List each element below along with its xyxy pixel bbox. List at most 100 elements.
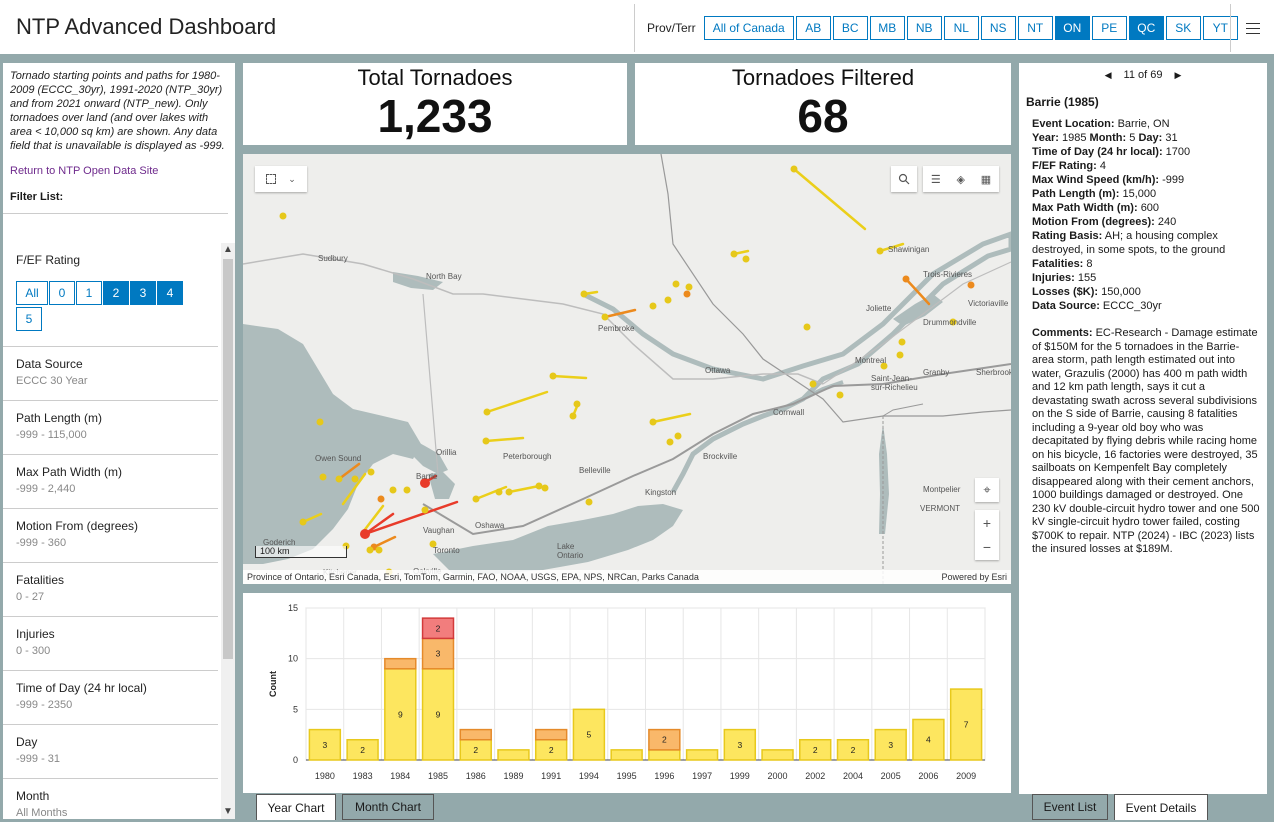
scroll-thumb[interactable] bbox=[223, 259, 233, 659]
filter-item[interactable]: Fatalities 0 - 27 bbox=[3, 563, 218, 617]
locate-icon: ⌖ bbox=[983, 482, 991, 497]
province-button-mb[interactable]: MB bbox=[869, 16, 905, 40]
bar-data-label: 2 bbox=[360, 745, 365, 755]
menu-button[interactable] bbox=[1230, 4, 1274, 52]
map-label-shawinigan: Shawinigan bbox=[888, 245, 930, 254]
filter-title: Month bbox=[16, 789, 50, 803]
tab-event-details[interactable]: Event Details bbox=[1114, 794, 1208, 820]
filter-scrollbar[interactable]: ▲ ▼ bbox=[221, 243, 235, 819]
province-button-pe[interactable]: PE bbox=[1091, 16, 1127, 40]
y-axis-label: Count bbox=[268, 671, 278, 697]
map-label-brockville: Brockville bbox=[703, 452, 738, 461]
chart-bar[interactable] bbox=[610, 749, 643, 761]
province-button-qc[interactable]: QC bbox=[1128, 16, 1164, 40]
province-filter: Prov/Terr All of Canada AB BC MB NB NL NS NT ON P… bbox=[634, 4, 1240, 52]
rating-button-0[interactable]: 0 bbox=[49, 281, 75, 305]
y-tick-label: 15 bbox=[288, 603, 298, 613]
map-label-granby: Granby bbox=[923, 368, 950, 377]
x-tick-label: 1991 bbox=[541, 771, 561, 781]
bar-data-label: 2 bbox=[436, 623, 441, 633]
app-title: NTP Advanced Dashboard bbox=[16, 14, 277, 39]
chart-bar[interactable] bbox=[459, 728, 492, 741]
locate-button[interactable]: ⌖ bbox=[975, 478, 999, 502]
chart-bar[interactable] bbox=[384, 657, 417, 670]
province-button-bc[interactable]: BC bbox=[832, 16, 868, 40]
filter-item[interactable]: Time of Day (24 hr local) -999 - 2350 bbox=[3, 671, 218, 725]
event-data-source: ECCC_30yr bbox=[1102, 300, 1162, 312]
event-title: Barrie (1985) bbox=[1026, 95, 1099, 109]
filter-item[interactable]: Day -999 - 31 bbox=[3, 725, 218, 779]
legend-icon[interactable]: ☰ bbox=[931, 173, 941, 186]
scroll-down-icon[interactable]: ▼ bbox=[221, 805, 235, 819]
province-button-nl[interactable]: NL bbox=[943, 16, 979, 40]
rating-button-5[interactable]: 5 bbox=[16, 307, 42, 331]
x-tick-label: 1996 bbox=[654, 771, 674, 781]
tornado-map[interactable]: Sudbury North Bay Pembroke Ottawa Cornwall Br… bbox=[243, 154, 1011, 584]
filter-item[interactable]: Data Source ECCC 30 Year bbox=[3, 347, 218, 401]
rating-button-4[interactable]: 4 bbox=[157, 281, 183, 305]
map-label-saint-jean: Saint-Jean- sur-Richelieu bbox=[871, 374, 918, 392]
province-button-sk[interactable]: SK bbox=[1165, 16, 1201, 40]
chart-bar[interactable] bbox=[685, 749, 719, 761]
filter-item[interactable]: Max Path Width (m) -999 - 2,440 bbox=[3, 455, 218, 509]
bar-data-label: 2 bbox=[813, 745, 818, 755]
province-button-all-of-canada[interactable]: All of Canada bbox=[703, 16, 794, 40]
province-button-nt[interactable]: NT bbox=[1017, 16, 1053, 40]
event-path-width: 600 bbox=[1140, 202, 1160, 214]
layers-icon[interactable]: ◈ bbox=[957, 173, 965, 186]
rating-button-all[interactable]: All bbox=[16, 281, 48, 305]
rating-button-2[interactable]: 2 bbox=[103, 281, 129, 305]
filter-item[interactable]: Month All Months bbox=[3, 779, 218, 819]
event-motion: 240 bbox=[1157, 216, 1177, 228]
search-button[interactable] bbox=[891, 166, 917, 192]
province-filter-label: Prov/Terr bbox=[647, 21, 696, 35]
bar-data-label: 3 bbox=[737, 740, 742, 750]
map-basemap bbox=[243, 154, 1011, 584]
powered-by-esri[interactable]: Powered by Esri bbox=[941, 572, 1007, 582]
map-label-vaughan: Vaughan bbox=[423, 526, 455, 535]
zoom-in-icon[interactable]: + bbox=[983, 511, 991, 535]
bar-data-label: 9 bbox=[436, 709, 441, 719]
previous-icon[interactable]: ◀ bbox=[1105, 70, 1112, 81]
tab-year-chart[interactable]: Year Chart bbox=[256, 794, 336, 820]
province-button-on[interactable]: ON bbox=[1054, 16, 1090, 40]
province-button-ab[interactable]: AB bbox=[795, 16, 831, 40]
x-tick-label: 1986 bbox=[466, 771, 486, 781]
bar-data-label: 5 bbox=[587, 730, 592, 740]
event-wind: -999 bbox=[1162, 174, 1185, 186]
province-button-ns[interactable]: NS bbox=[980, 16, 1016, 40]
event-details-panel: ◀ 11 of 69 ▶ Barrie (1985) Event Locatio… bbox=[1019, 63, 1267, 794]
rating-filter: F/EF Rating All 0 1 2 3 4 5 bbox=[3, 243, 218, 347]
next-icon[interactable]: ▶ bbox=[1174, 70, 1181, 81]
basemap-gallery-icon[interactable]: ▦ bbox=[981, 173, 991, 186]
filter-item[interactable]: Injuries 0 - 300 bbox=[3, 617, 218, 671]
chart-bar[interactable] bbox=[534, 728, 568, 741]
chart-bar[interactable] bbox=[648, 749, 681, 761]
bar-data-label: 9 bbox=[398, 709, 403, 719]
y-tick-label: 10 bbox=[288, 654, 298, 664]
filter-title: Path Length (m) bbox=[16, 411, 103, 425]
scroll-up-icon[interactable]: ▲ bbox=[221, 243, 235, 257]
map-label-kingston: Kingston bbox=[645, 488, 677, 497]
open-data-link[interactable]: Return to NTP Open Data Site bbox=[3, 153, 235, 177]
chart-bar[interactable] bbox=[761, 749, 794, 761]
filter-value: ECCC 30 Year bbox=[16, 375, 88, 387]
bar-data-label: 7 bbox=[964, 720, 969, 730]
filter-value: -999 - 360 bbox=[16, 537, 67, 549]
year-chart-panel: 0 5 10 15 Count 3 1980 2 1983 9 1984 9 3 2 1985 2 1986 19… bbox=[243, 593, 1011, 793]
zoom-out-icon[interactable]: − bbox=[983, 535, 991, 559]
filter-item[interactable]: Motion From (degrees) -999 - 360 bbox=[3, 509, 218, 563]
rating-button-1[interactable]: 1 bbox=[76, 281, 102, 305]
province-button-nb[interactable]: NB bbox=[906, 16, 942, 40]
bar-data-label: 2 bbox=[549, 745, 554, 755]
chart-bar[interactable] bbox=[497, 749, 530, 761]
rating-button-3[interactable]: 3 bbox=[130, 281, 156, 305]
x-tick-label: 1983 bbox=[353, 771, 373, 781]
selection-tool[interactable]: ⌄ bbox=[255, 166, 307, 192]
x-tick-label: 1994 bbox=[579, 771, 599, 781]
tab-month-chart[interactable]: Month Chart bbox=[342, 794, 434, 820]
x-tick-label: 1997 bbox=[692, 771, 712, 781]
event-comments: Comments: EC-Research - Damage estimate … bbox=[1032, 327, 1260, 555]
tab-event-list[interactable]: Event List bbox=[1032, 794, 1108, 820]
filter-item[interactable]: Path Length (m) -999 - 115,000 bbox=[3, 401, 218, 455]
